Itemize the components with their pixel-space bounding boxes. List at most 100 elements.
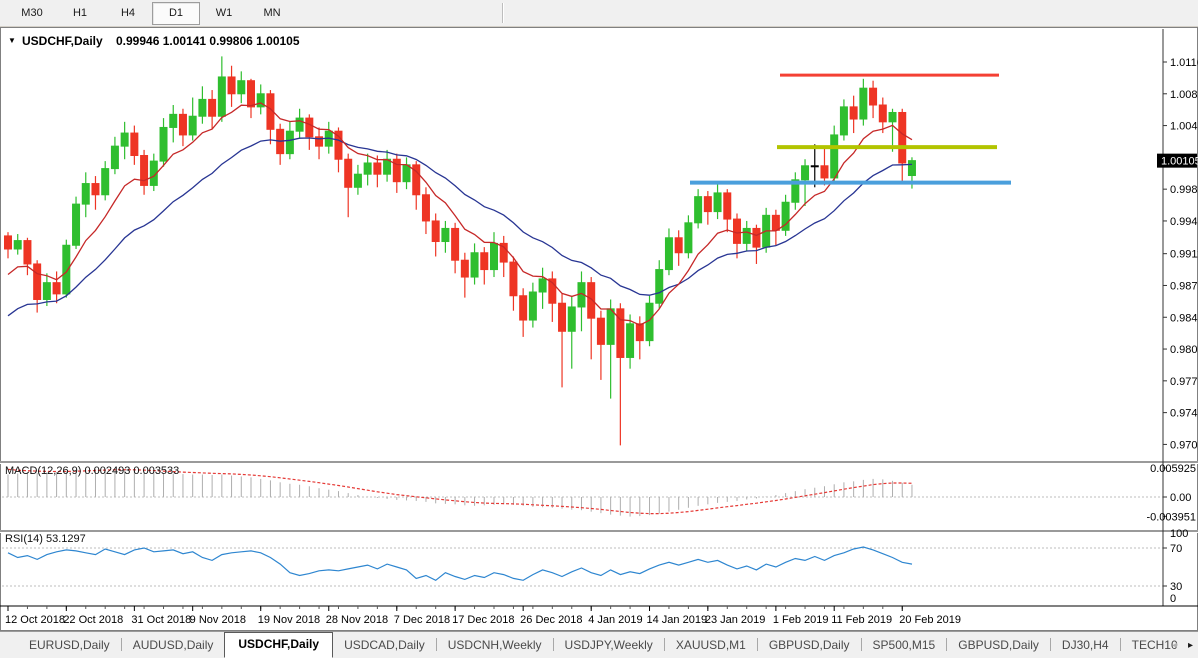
candle-body <box>839 106 848 136</box>
candle-body <box>460 259 469 278</box>
candle-body <box>247 80 255 108</box>
candle-body <box>490 242 498 271</box>
chart-tab-eurusd-0[interactable]: EURUSD,Daily <box>18 633 121 658</box>
chart-tab-dj30-10[interactable]: DJ30,H4 <box>1051 633 1120 658</box>
chart-window: 1.011601.008201.004801.001400.998000.994… <box>0 27 1198 631</box>
chart-symbol-title: USDCHF,Daily <box>22 34 103 48</box>
candle-body <box>596 317 605 345</box>
candle-body <box>859 87 868 120</box>
chart-tab-sp500-8[interactable]: SP500,M15 <box>862 633 947 658</box>
price-axis-label: 0.98430 <box>1170 312 1198 324</box>
candle-body <box>4 235 12 250</box>
chart-tab-xauusd-6[interactable]: XAUUSD,M1 <box>665 633 757 658</box>
candle-body <box>538 278 547 293</box>
candle-body <box>878 104 887 123</box>
candle-body <box>402 164 411 183</box>
price-axis-label: 0.97750 <box>1170 376 1198 388</box>
date-axis-label: 31 Oct 2018 <box>131 614 191 626</box>
tab-scroll-right-icon[interactable]: ▸ <box>1188 641 1193 651</box>
current-price-tag: 1.00105 <box>1157 153 1198 168</box>
timeframe-button-d1[interactable]: D1 <box>152 1 200 25</box>
date-axis-label: 20 Feb 2019 <box>899 614 961 626</box>
candle-body <box>72 203 81 246</box>
date-axis-label: 12 Oct 2018 <box>5 614 65 626</box>
candle-body <box>441 227 450 243</box>
candle-body <box>120 132 129 147</box>
candle-body <box>684 222 693 254</box>
price-axis-label: 1.01160 <box>1170 57 1198 69</box>
candle-body <box>13 240 22 250</box>
candle-body <box>91 183 100 196</box>
candle-body <box>558 302 567 332</box>
candle-body <box>178 113 187 136</box>
candle-body <box>664 237 673 271</box>
candle-body <box>344 158 353 188</box>
date-axis-label: 26 Dec 2018 <box>520 614 582 626</box>
chart-tab-usdjpy-5[interactable]: USDJPY,Weekly <box>554 633 664 658</box>
candle-body <box>101 168 110 196</box>
candle-body <box>509 261 518 297</box>
chart-tab-gbpusd-7[interactable]: GBPUSD,Daily <box>758 633 861 658</box>
price-axis-label: 1.00820 <box>1170 89 1198 101</box>
date-axis-label: 11 Feb 2019 <box>831 614 892 626</box>
candle-body <box>810 165 819 168</box>
date-axis-label: 9 Nov 2018 <box>190 614 246 626</box>
tab-scroll-left-icon[interactable]: ◂ <box>1172 641 1177 651</box>
chart-tab-audusd-1[interactable]: AUDUSD,Daily <box>122 633 225 658</box>
rsi-axis-label: 70 <box>1170 543 1182 555</box>
chart-tab-usdcad-3[interactable]: USDCAD,Daily <box>333 633 436 658</box>
price-axis-label: 0.99800 <box>1170 184 1198 196</box>
chart-tab-usdcnh-4[interactable]: USDCNH,Weekly <box>437 633 553 658</box>
candle-body <box>198 98 207 117</box>
date-axis-label: 23 Jan 2019 <box>705 614 766 626</box>
candle-body <box>820 165 829 179</box>
timeframe-button-h4[interactable]: H4 <box>104 2 152 25</box>
candle-body <box>334 130 343 160</box>
candle-body <box>635 323 644 342</box>
price-tag-value: 1.00105 <box>1161 156 1198 168</box>
candle-body <box>587 282 596 319</box>
candle-body <box>519 295 528 321</box>
date-axis-label: 17 Dec 2018 <box>452 614 514 626</box>
timeframe-toolbar: M30 H1 H4 D1 W1 MN <box>0 0 1198 27</box>
chart-tab-usdchf-2[interactable]: USDCHF,Daily <box>224 632 334 658</box>
candle-body <box>626 323 635 358</box>
candle-body <box>849 106 858 120</box>
price-axis-label: 0.97410 <box>1170 408 1198 420</box>
date-axis-label: 22 Oct 2018 <box>63 614 123 626</box>
candle-body <box>110 145 119 170</box>
candle-body <box>752 227 761 248</box>
candle-body <box>208 98 217 117</box>
rsi-axis-label: 100 <box>1170 528 1188 540</box>
date-axis-label: 14 Jan 2019 <box>647 614 708 626</box>
candle-body <box>713 192 722 213</box>
chart-ohlc-values: 0.99946 1.00141 0.99806 1.00105 <box>116 34 300 48</box>
candle-body <box>470 252 479 278</box>
candle-body <box>830 134 839 179</box>
candle-body <box>295 117 304 132</box>
date-axis-label: 7 Dec 2018 <box>394 614 450 626</box>
macd-axis-label: 0.00 <box>1170 492 1191 504</box>
candle-body <box>655 269 664 304</box>
timeframe-button-mn[interactable]: MN <box>248 2 296 25</box>
timeframe-button-h1[interactable]: H1 <box>56 2 104 25</box>
candle-body <box>81 183 90 205</box>
candle-body <box>23 240 32 265</box>
candle-body <box>421 194 430 222</box>
candle-body <box>703 196 712 213</box>
timeframe-button-m30[interactable]: M30 <box>8 2 56 25</box>
candle-body <box>733 218 741 244</box>
symbol-dropdown-icon[interactable]: ▼ <box>8 36 16 45</box>
candle-body <box>62 244 71 295</box>
timeframe-button-w1[interactable]: W1 <box>200 2 248 25</box>
candle-body <box>285 130 294 155</box>
price-axis-label: 0.98090 <box>1170 344 1198 356</box>
candle-body <box>42 282 51 300</box>
candle-body <box>723 192 732 220</box>
date-axis-label: 1 Feb 2019 <box>773 614 829 626</box>
candle-body <box>742 227 751 244</box>
chart-tab-gbpusd-9[interactable]: GBPUSD,Daily <box>947 633 1050 658</box>
candle-body <box>694 196 703 224</box>
price-axis-label: 0.98770 <box>1170 280 1198 292</box>
candle-body <box>373 162 382 175</box>
